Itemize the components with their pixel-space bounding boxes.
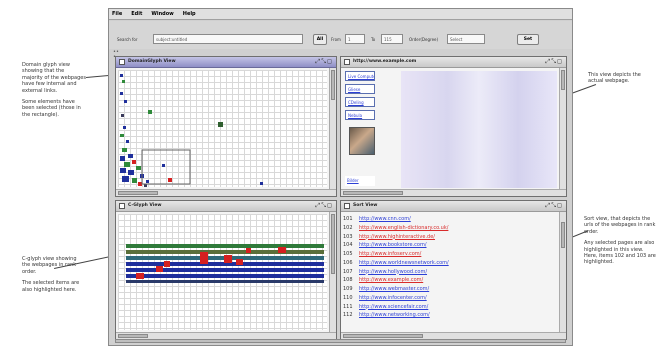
menu-help[interactable]: Help [183, 11, 196, 17]
window-controls-icon[interactable]: ⤢⤡◻ [545, 202, 563, 210]
annotation-web-text: This view depicts the actual webpage. [588, 72, 641, 85]
cglyph-vertical-scrollbar[interactable] [329, 212, 336, 339]
list-item[interactable]: 107 http://www.hollywood.com/ [343, 268, 557, 277]
to-label: To [371, 37, 376, 42]
bottom-scrollbar[interactable] [115, 339, 566, 343]
app-window: File Edit Window Help Search for subject… [108, 8, 573, 346]
window-menu-icon[interactable] [344, 203, 350, 209]
annotation-sort-text-1: Sort view, that depicts the urls of the … [584, 216, 656, 235]
annotation-domain-view: Domain glyph view showing that the major… [22, 62, 86, 118]
window-menu-icon[interactable] [344, 59, 350, 65]
web-vertical-scrollbar[interactable] [559, 68, 566, 196]
list-item[interactable]: 104 http://www.bookstore.com/ [343, 241, 557, 250]
web-panel-titlebar[interactable]: http://www.example.com ⤢⤡◻ [341, 57, 566, 68]
list-item-selected[interactable]: 102 http://www.english-dictionary.co.uk/ [343, 224, 557, 233]
list-item[interactable]: 101 http://www.cnn.com/ [343, 215, 557, 224]
web-horizontal-scrollbar[interactable] [341, 189, 566, 196]
domain-glyph-svg [120, 74, 263, 187]
domain-panel-titlebar[interactable]: DomainGlyph View ⤢⤡◻ [116, 57, 336, 68]
window-menu-icon[interactable] [119, 203, 125, 209]
annotation-cglyph-text-1: C-glyph view showing the webpages in ran… [22, 256, 77, 275]
list-item[interactable]: 106 http://www.worldnewsnetwork.com/ [343, 259, 557, 268]
domain-glyph-plot[interactable] [118, 70, 327, 187]
url-link[interactable]: http://www.webmaster.com/ [359, 285, 429, 294]
set-button[interactable]: Set [517, 34, 539, 45]
url-link[interactable]: http://www.example.com/ [359, 276, 423, 285]
sorted-url-list: 101 http://www.cnn.com/ 102 http://www.eng… [343, 215, 557, 331]
list-item[interactable]: 111 http://www.sciencefair.com/ [343, 303, 557, 312]
url-link[interactable]: http://www.infocenter.com/ [359, 294, 427, 303]
url-link[interactable]: http://www.worldnewsnetwork.com/ [359, 259, 449, 268]
sort-view-panel: Sort View ⤢⤡◻ 101 http://www.cnn.com/ 102… [340, 200, 567, 340]
list-item[interactable]: 112 http://www.networking.com/ [343, 311, 557, 320]
menu-window[interactable]: Window [151, 11, 173, 17]
webpage-sidebar: Live Computer Gliese CDeling Nebula Bild… [345, 71, 395, 188]
web-link[interactable]: Gliese [345, 84, 375, 94]
web-link[interactable]: Live Computer [345, 71, 375, 81]
cglyph-horizontal-scrollbar[interactable] [116, 332, 336, 339]
menu-edit[interactable]: Edit [131, 11, 142, 17]
url-link[interactable]: http://www.sciencefair.com/ [359, 303, 428, 312]
url-link[interactable]: http://www.highinteractive.de/ [359, 233, 435, 242]
web-link[interactable]: CDeling [345, 97, 375, 107]
from-field[interactable]: 1 [345, 34, 365, 44]
search-label: Search for [117, 37, 138, 42]
annotation-sort-text-2: Any selected pages are also highlighted … [584, 240, 656, 266]
order-select[interactable]: Select [447, 34, 485, 44]
list-item-selected[interactable]: 103 http://www.highinteractive.de/ [343, 233, 557, 242]
search-input[interactable]: subject:untitled [153, 34, 303, 44]
annotation-cglyph-view: C-glyph view showing the webpages in ran… [22, 256, 84, 293]
domain-panel-title: DomainGlyph View [128, 59, 176, 64]
window-controls-icon[interactable]: ⤢⤡◻ [315, 202, 333, 210]
annotation-domain-text-1: Domain glyph view showing that the major… [22, 62, 86, 94]
annotation-sort-view: Sort view, that depicts the urls of the … [584, 216, 656, 266]
web-link[interactable]: Bilder [345, 176, 375, 186]
c-glyph-svg [126, 244, 324, 283]
webpage-panel: http://www.example.com ⤢⤡◻ Live Computer… [340, 56, 567, 197]
window-controls-icon[interactable]: ⤢⤡◻ [315, 58, 333, 66]
url-link[interactable]: http://www.bookstore.com/ [359, 241, 427, 250]
domain-glyph-panel: DomainGlyph View ⤢⤡◻ [115, 56, 337, 197]
web-panel-title: http://www.example.com [353, 59, 417, 64]
web-link[interactable]: Nebula [345, 110, 375, 120]
toolbar: Search for subject:untitled All From 1 T… [109, 21, 572, 49]
order-label: Order(Degree) [409, 37, 439, 42]
annotation-cglyph-text-2: The selected items are also highlighted … [22, 280, 80, 293]
all-button[interactable]: All [313, 34, 327, 45]
list-item[interactable]: 110 http://www.infocenter.com/ [343, 294, 557, 303]
c-glyph-panel: C-Glyph View ⤢⤡◻ [115, 200, 337, 340]
domain-vertical-scrollbar[interactable] [329, 68, 336, 196]
webpage-content [401, 71, 557, 188]
list-item[interactable]: 109 http://www.webmaster.com/ [343, 285, 557, 294]
annotation-web-view: This view depicts the actual webpage. [588, 72, 654, 85]
url-link[interactable]: http://www.networking.com/ [359, 311, 430, 320]
window-controls-icon[interactable]: ⤢⤡◻ [545, 58, 563, 66]
from-label: From [331, 37, 341, 42]
url-link[interactable]: http://www.cnn.com/ [359, 215, 411, 224]
dots-icon: •• • [113, 49, 119, 60]
sort-horizontal-scrollbar[interactable] [341, 332, 566, 339]
sort-panel-title: Sort View [353, 203, 378, 208]
list-item-selected[interactable]: 105 http://www.infoserv.com/ [343, 250, 557, 259]
sort-vertical-scrollbar[interactable] [559, 212, 566, 339]
window-menu-icon[interactable] [119, 59, 125, 65]
menu-bar: File Edit Window Help [109, 9, 572, 20]
glyph-cluster [120, 74, 263, 187]
cglyph-panel-titlebar[interactable]: C-Glyph View ⤢⤡◻ [116, 201, 336, 212]
sort-panel-titlebar[interactable]: Sort View ⤢⤡◻ [341, 201, 566, 212]
list-item-selected[interactable]: 108 http://www.example.com/ [343, 276, 557, 285]
menu-file[interactable]: File [112, 11, 122, 17]
url-link[interactable]: http://www.hollywood.com/ [359, 268, 427, 277]
c-glyph-plot[interactable] [118, 214, 327, 330]
selection-rectangle[interactable] [141, 149, 191, 185]
cglyph-panel-title: C-Glyph View [128, 203, 162, 208]
url-link[interactable]: http://www.english-dictionary.co.uk/ [359, 224, 448, 233]
to-field[interactable]: 115 [381, 34, 403, 44]
annotation-domain-text-2: Some elements have been selected (those … [22, 99, 81, 118]
domain-horizontal-scrollbar[interactable] [116, 189, 336, 196]
c-glyph-rows [126, 244, 324, 283]
webpage-photo [349, 127, 375, 155]
url-link[interactable]: http://www.infoserv.com/ [359, 250, 421, 259]
